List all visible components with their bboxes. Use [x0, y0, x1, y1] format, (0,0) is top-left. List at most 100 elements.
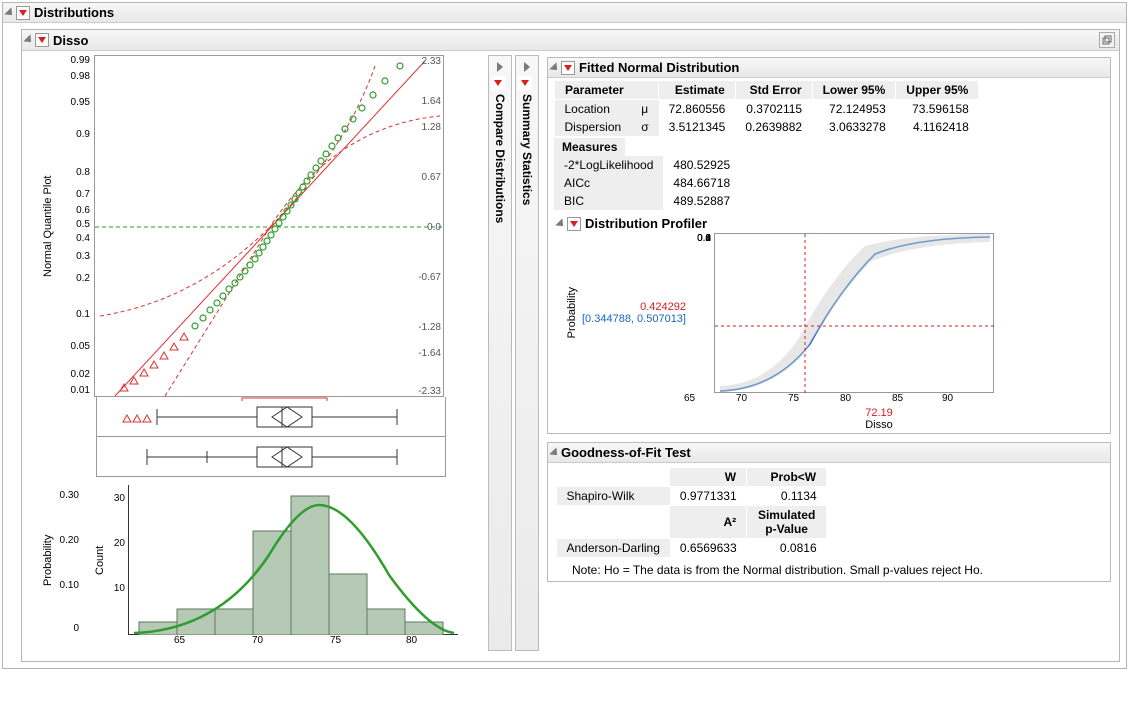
profiler-title: Distribution Profiler: [585, 216, 707, 231]
svg-text:-0.67: -0.67: [418, 272, 441, 283]
red-triangle-icon: [494, 80, 502, 86]
histogram[interactable]: [128, 485, 458, 635]
tick: 70: [736, 393, 747, 404]
gof-header: Goodness-of-Fit Test: [548, 443, 1110, 463]
col-estimate: Estimate: [659, 81, 736, 100]
tick: 0.01: [71, 385, 90, 396]
quantile-plot[interactable]: 2.33 1.64 1.28 0.67 0.0 -0.67 -1.28 -1.6…: [94, 55, 444, 397]
red-triangle-icon: [19, 10, 27, 16]
parameter-table: Parameter Estimate Std Error Lower 95% U…: [554, 80, 979, 136]
tick: 0.99: [71, 55, 90, 66]
tick: 0.8: [76, 167, 90, 178]
red-triangle-icon: [521, 80, 529, 86]
menu-button[interactable]: [561, 61, 575, 75]
profiler-x-label: Disso: [654, 419, 1104, 431]
profiler-header: Distribution Profiler: [554, 214, 1104, 233]
tab-label: Summary Statistics: [520, 94, 534, 205]
col-sim-p: Simulated p-Value: [747, 506, 827, 539]
fitted-title: Fitted Normal Distribution: [579, 60, 739, 75]
red-triangle-icon: [38, 37, 46, 43]
hist-count-label: Count: [94, 485, 106, 635]
col-parameter: Parameter: [555, 81, 659, 100]
profiler-chart[interactable]: [714, 233, 994, 393]
col-a2: A²: [670, 506, 747, 539]
table-row: Anderson-Darling0.65696330.0816: [557, 539, 827, 558]
tick: 0.05: [71, 341, 90, 352]
popout-button[interactable]: [1099, 32, 1115, 48]
tick: 70: [252, 635, 263, 646]
col-upper: Upper 95%: [896, 81, 979, 100]
gof-panel: Goodness-of-Fit Test WProb<W Shapiro-Wil…: [547, 442, 1111, 582]
tick: 0.30: [60, 490, 79, 501]
tick: 0.1: [76, 309, 90, 320]
menu-button[interactable]: [35, 33, 49, 47]
chevron-right-icon: [524, 62, 530, 72]
tick: 0.20: [60, 535, 79, 546]
tick: 80: [406, 635, 417, 646]
measures-header: Measures: [554, 138, 625, 156]
tick: 0.6: [76, 205, 90, 216]
disso-panel: Disso Normal Quantile Plot 0.99 0.98: [21, 29, 1120, 662]
table-row: BIC489.52887: [554, 192, 740, 210]
table-row: Dispersion σ 3.5121345 0.2639882 3.06332…: [555, 118, 979, 136]
svg-text:1.28: 1.28: [422, 122, 442, 133]
distributions-title: Distributions: [34, 5, 114, 20]
tick: 10: [114, 583, 125, 594]
col-prob-w: Prob<W: [747, 468, 827, 487]
prob-value: 0.424292: [582, 301, 686, 313]
gof-table: WProb<W Shapiro-Wilk0.97713310.1134 A²Si…: [556, 467, 827, 557]
tab-label: Compare Distributions: [493, 94, 507, 223]
left-charts: Normal Quantile Plot 0.99 0.98 0.95 0.9 …: [42, 55, 482, 651]
disclosure-icon[interactable]: [4, 7, 15, 18]
col-lower: Lower 95%: [812, 81, 896, 100]
tick: 80: [840, 393, 851, 404]
distributions-panel: Distributions Disso Normal Quantile P: [2, 2, 1127, 669]
tick: 65: [684, 393, 695, 404]
fitted-normal-panel: Fitted Normal Distribution Parameter Est…: [547, 57, 1111, 434]
tick: 0.3: [76, 251, 90, 262]
red-triangle-icon: [564, 65, 572, 71]
tick: 75: [788, 393, 799, 404]
quantile-y-label: Normal Quantile Plot: [42, 55, 54, 397]
tick: 30: [114, 493, 125, 504]
tick: 0.10: [60, 580, 79, 591]
tick: 0.02: [71, 369, 90, 380]
tick: 90: [942, 393, 953, 404]
chevron-right-icon: [497, 62, 503, 72]
profiler-y-label: Probability: [566, 287, 578, 338]
gof-note: Note: Ho = The data is from the Normal d…: [572, 563, 1102, 577]
tick: 0.5: [76, 219, 90, 230]
gof-title: Goodness-of-Fit Test: [561, 445, 691, 460]
tick: 65: [174, 635, 185, 646]
disso-header: Disso: [22, 30, 1119, 51]
measures-table: -2*LogLikelihood480.52925 AICc484.66718 …: [554, 156, 740, 210]
tick: 0.7: [76, 189, 90, 200]
summary-statistics-tab[interactable]: Summary Statistics: [515, 55, 539, 651]
col-stderror: Std Error: [735, 81, 812, 100]
table-row: AICc484.66718: [554, 174, 740, 192]
disclosure-icon[interactable]: [555, 218, 566, 229]
disclosure-icon[interactable]: [549, 447, 560, 458]
disclosure-icon[interactable]: [549, 62, 560, 73]
disso-title: Disso: [53, 33, 88, 48]
tick: 85: [892, 393, 903, 404]
svg-text:-1.28: -1.28: [418, 322, 441, 333]
compare-distributions-tab[interactable]: Compare Distributions: [488, 55, 512, 651]
menu-button[interactable]: [567, 217, 581, 231]
tick: 0: [73, 623, 79, 634]
menu-button[interactable]: [16, 6, 30, 20]
svg-text:-2.33: -2.33: [418, 386, 441, 397]
table-row: -2*LogLikelihood480.52925: [554, 156, 740, 174]
fitted-normal-header: Fitted Normal Distribution: [548, 58, 1110, 78]
col-w: W: [670, 468, 747, 487]
tick: 0.4: [76, 233, 90, 244]
table-row: Shapiro-Wilk0.97713310.1134: [557, 487, 827, 506]
disclosure-icon[interactable]: [23, 34, 34, 45]
tick: 0: [705, 233, 711, 244]
boxplot-2[interactable]: [96, 437, 446, 477]
hist-prob-label: Probability: [42, 485, 54, 635]
tick: 0.9: [76, 129, 90, 140]
svg-text:1.64: 1.64: [422, 96, 442, 107]
svg-text:2.33: 2.33: [422, 56, 442, 67]
boxplot-1[interactable]: [96, 397, 446, 437]
